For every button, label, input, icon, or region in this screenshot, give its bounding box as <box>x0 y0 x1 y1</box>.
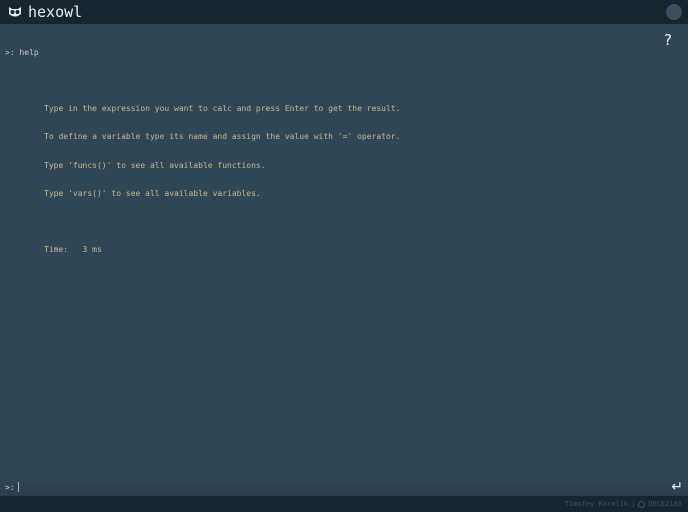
help-line: Type 'funcs()' to see all available func… <box>44 160 266 170</box>
command-text: help <box>19 48 39 57</box>
prompt: >: <box>5 48 20 57</box>
app-title: hexowl <box>28 3 83 21</box>
time-label: Time: <box>44 244 69 254</box>
help-button[interactable]: ? <box>664 31 672 49</box>
help-text: Type in the expression you want to calc … <box>44 85 400 218</box>
time-line: Time: 3 ms <box>44 245 400 255</box>
footer: Timofey Korolik | DECE2183 <box>0 496 688 512</box>
output-console: >: help Type in the expression you want … <box>5 29 400 264</box>
github-small-icon <box>638 500 646 508</box>
author-link[interactable]: Timofey Korolik <box>565 500 628 508</box>
command-line: >: help <box>5 48 400 58</box>
github-link[interactable]: DECE2183 <box>648 500 682 508</box>
header: hexowl <box>0 0 688 24</box>
help-line: To define a variable type its name and a… <box>44 132 401 141</box>
input-prompt: >: <box>5 483 15 492</box>
help-line: Type in the expression you want to calc … <box>44 103 401 113</box>
expression-input[interactable] <box>18 482 19 492</box>
github-icon[interactable] <box>666 4 682 20</box>
enter-icon[interactable]: ↵ <box>671 479 683 495</box>
separator: | <box>631 500 636 508</box>
owl-logo-icon <box>9 7 21 17</box>
help-line: Type 'vars()' to see all available varia… <box>44 189 261 198</box>
input-bar[interactable]: >: ↵ <box>0 478 688 496</box>
time-value: 3 ms <box>82 244 102 254</box>
